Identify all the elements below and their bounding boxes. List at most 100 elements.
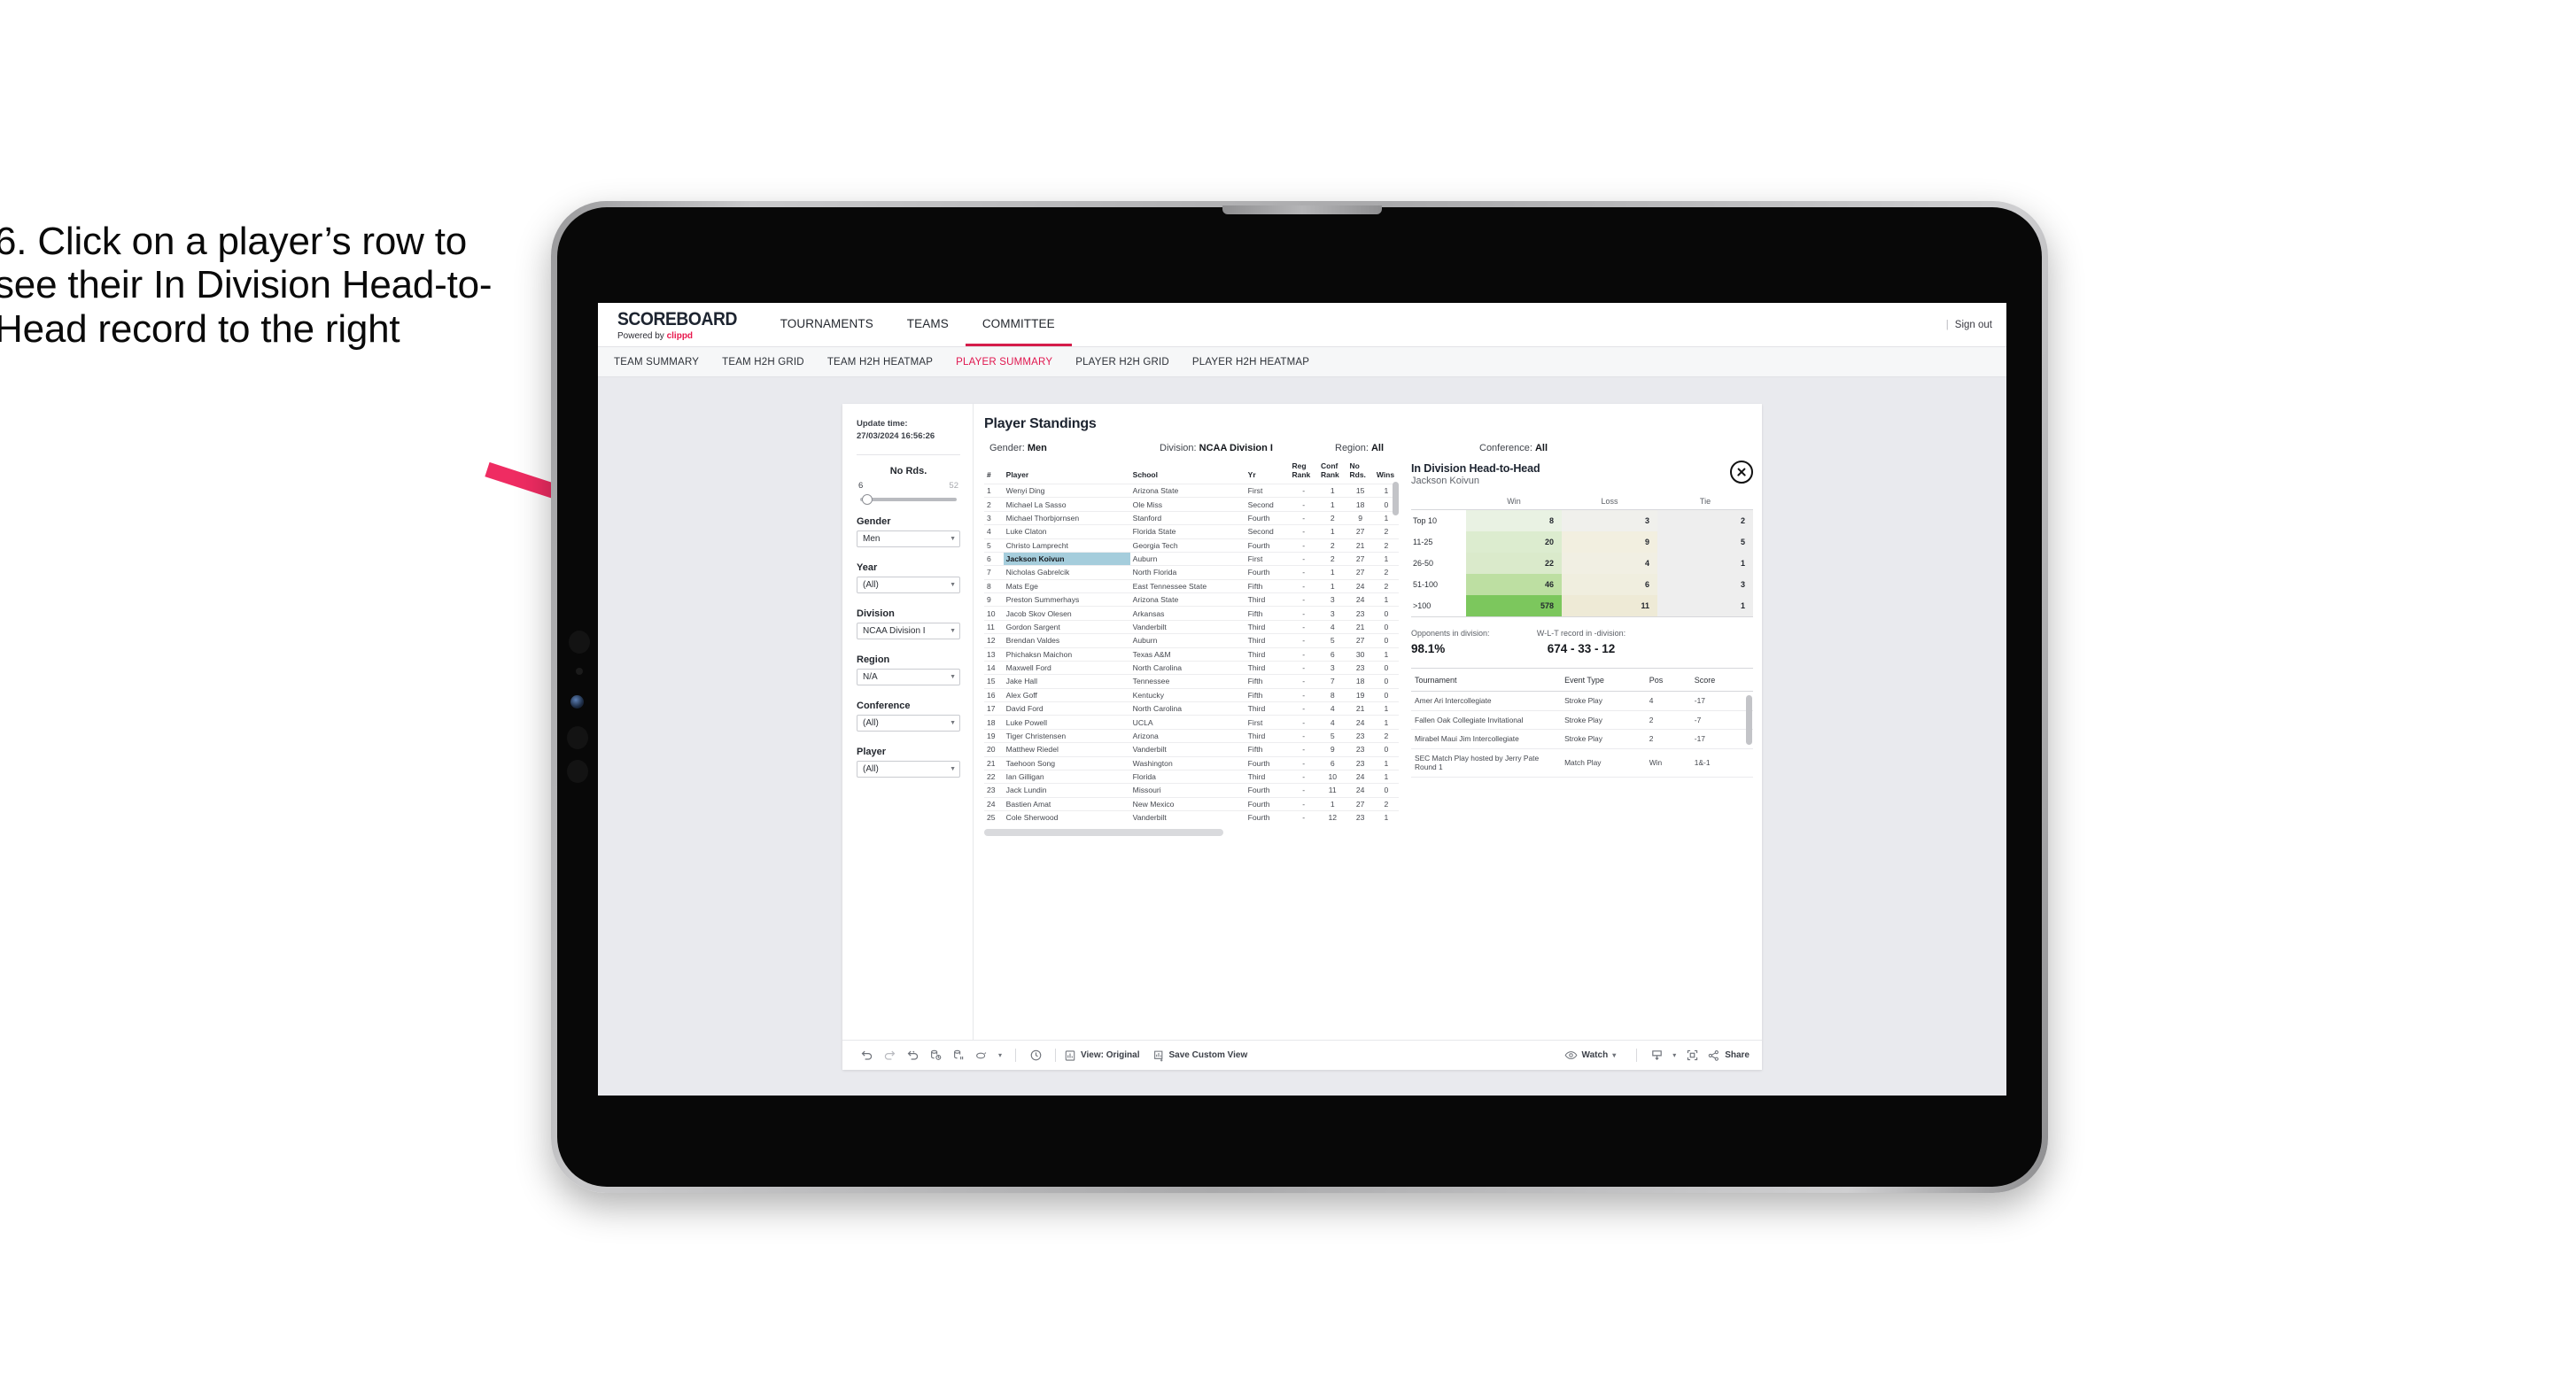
col-yr[interactable]: Yr <box>1245 462 1290 484</box>
watch-button[interactable]: Watch ▾ <box>1564 1049 1616 1061</box>
standings-horizontal-scrollbar[interactable] <box>984 829 1223 837</box>
cell-school: Arizona State <box>1129 592 1245 607</box>
h2h-tie-cell[interactable]: 5 <box>1657 531 1753 553</box>
h2h-loss-cell[interactable]: 9 <box>1562 531 1657 553</box>
h2h-row[interactable]: 51-100 46 6 3 <box>1411 574 1753 595</box>
cell-conf-rank: 4 <box>1317 715 1347 730</box>
h2h-tie-cell[interactable]: 1 <box>1657 553 1753 574</box>
cell-no-rds: 23 <box>1346 810 1374 825</box>
table-row[interactable]: 17 David Ford North Carolina Third -4 21 1 <box>984 701 1399 716</box>
table-row[interactable]: 14 Maxwell Ford North Carolina Third -3 23 0 <box>984 660 1399 675</box>
filter-division-select[interactable]: NCAA Division I ▼ <box>857 622 960 639</box>
table-row[interactable]: Fallen Oak Collegiate Invitational Stroke… <box>1411 710 1753 730</box>
tab-team-summary[interactable]: TEAM SUMMARY <box>614 357 699 368</box>
filter-gender-select[interactable]: Men ▼ <box>857 530 960 547</box>
table-row[interactable]: SEC Match Play hosted by Jerry Pate Roun… <box>1411 748 1753 778</box>
share-button[interactable]: Share <box>1707 1049 1750 1062</box>
table-row[interactable]: 7 Nicholas Gabrelcik North Florida Fourth -1… <box>984 565 1399 580</box>
table-row[interactable]: 11 Gordon Sargent Vanderbilt Third -4 21 0 <box>984 619 1399 634</box>
h2h-loss-cell[interactable]: 11 <box>1562 595 1657 616</box>
h2h-win-cell[interactable]: 46 <box>1466 574 1562 595</box>
table-row[interactable]: 5 Christo Lamprecht Georgia Tech Fourth -2 21… <box>984 538 1399 553</box>
h2h-tie-cell[interactable]: 1 <box>1657 595 1753 616</box>
h2h-win-cell[interactable]: 578 <box>1466 595 1562 616</box>
filter-region-select[interactable]: N/A ▼ <box>857 668 960 685</box>
table-row[interactable]: 23 Jack Lundin Missouri Fourth -11 24 0 <box>984 783 1399 798</box>
h2h-row[interactable]: 26-50 22 4 1 <box>1411 553 1753 574</box>
tab-team-h2h-heatmap[interactable]: TEAM H2H HEATMAP <box>827 357 933 368</box>
standings-vertical-scrollbar[interactable] <box>1393 482 1399 515</box>
view-original-button[interactable]: View: Original <box>1064 1049 1140 1062</box>
h2h-row[interactable]: Top 10 8 3 2 <box>1411 509 1753 531</box>
h2h-row[interactable]: 11-25 20 9 5 <box>1411 531 1753 553</box>
col-wins[interactable]: Wins <box>1374 462 1399 484</box>
h2h-tie-cell[interactable]: 3 <box>1657 574 1753 595</box>
table-row[interactable]: Mirabel Maui Jim Intercollegiate Stroke P… <box>1411 729 1753 749</box>
nav-item-committee[interactable]: COMMITTEE <box>965 303 1072 346</box>
tab-player-h2h-heatmap[interactable]: PLAYER H2H HEATMAP <box>1192 357 1309 368</box>
clear-filters-icon[interactable] <box>970 1046 993 1065</box>
table-row[interactable]: 18 Luke Powell UCLA First -4 24 1 <box>984 715 1399 730</box>
h2h-loss-cell[interactable]: 6 <box>1562 574 1657 595</box>
table-row[interactable]: 20 Matthew Riedel Vanderbilt Fifth -9 23 0 <box>984 742 1399 757</box>
col-reg-rank[interactable]: Reg Rank <box>1289 462 1318 484</box>
h2h-tie-cell[interactable]: 2 <box>1657 509 1753 531</box>
slider-handle[interactable] <box>862 493 873 505</box>
table-row[interactable]: 10 Jacob Skov Olesen Arkansas Fifth -3 23 0 <box>984 606 1399 621</box>
filter-year-select[interactable]: (All) ▼ <box>857 576 960 593</box>
table-row[interactable]: 6 Jackson Koivun Auburn First -2 27 1 <box>984 551 1399 566</box>
table-row[interactable]: 21 Taehoon Song Washington Fourth -6 23 1 <box>984 755 1399 770</box>
cell-yr: First <box>1245 551 1290 566</box>
h2h-win-cell[interactable]: 22 <box>1466 553 1562 574</box>
table-row[interactable]: 4 Luke Claton Florida State Second -1 27 2 <box>984 524 1399 539</box>
cell-rank: 20 <box>984 742 1004 757</box>
nav-item-teams[interactable]: TEAMS <box>890 303 966 346</box>
fullscreen-icon[interactable] <box>1680 1046 1703 1065</box>
table-row[interactable]: 24 Bastien Amat New Mexico Fourth -1 27 2 <box>984 796 1399 811</box>
h2h-row[interactable]: >100 578 11 1 <box>1411 595 1753 616</box>
tab-player-summary[interactable]: PLAYER SUMMARY <box>956 357 1052 368</box>
table-row[interactable]: 3 Michael Thorbjornsen Stanford Fourth -2 9 1 <box>984 510 1399 525</box>
table-row[interactable]: 16 Alex Goff Kentucky Fifth -8 19 0 <box>984 687 1399 702</box>
chevron-down-icon[interactable]: ▾ <box>993 1046 1007 1065</box>
undo-icon[interactable] <box>855 1046 878 1065</box>
close-icon[interactable] <box>1730 461 1753 484</box>
nav-item-tournaments[interactable]: TOURNAMENTS <box>764 303 890 346</box>
table-row[interactable]: 19 Tiger Christensen Arizona Third -5 23 2 <box>984 728 1399 743</box>
table-row[interactable]: 2 Michael La Sasso Ole Miss Second -1 18 0 <box>984 497 1399 512</box>
table-row[interactable]: 8 Mats Ege East Tennessee State Fifth -1 24 2 <box>984 578 1399 593</box>
no-rounds-slider[interactable]: No Rds. 6 52 <box>857 466 960 505</box>
redo-icon[interactable] <box>878 1046 901 1065</box>
h2h-win-cell[interactable]: 20 <box>1466 531 1562 553</box>
table-row[interactable]: 15 Jake Hall Tennessee Fifth -7 18 0 <box>984 674 1399 689</box>
sign-out-link[interactable]: Sign out <box>1955 320 1992 330</box>
table-row[interactable]: 13 Phichaksn Maichon Texas A&M Third -6 30 1 <box>984 647 1399 662</box>
refresh-data-icon[interactable] <box>924 1046 947 1065</box>
alerts-icon[interactable] <box>1024 1046 1047 1065</box>
table-row[interactable]: 12 Brendan Valdes Auburn Third -5 27 0 <box>984 633 1399 648</box>
tournaments-scrollbar[interactable] <box>1746 695 1752 745</box>
col-rank[interactable]: # <box>984 462 1004 484</box>
pause-updates-icon[interactable] <box>947 1046 970 1065</box>
h2h-win-cell[interactable]: 8 <box>1466 509 1562 531</box>
slider-track[interactable] <box>860 493 957 505</box>
download-icon[interactable] <box>1645 1046 1668 1065</box>
table-row[interactable]: 1 Wenyi Ding Arizona State First -1 15 1 <box>984 484 1399 498</box>
col-school[interactable]: School <box>1130 462 1245 484</box>
filter-conference-select[interactable]: (All) ▼ <box>857 714 960 732</box>
h2h-loss-cell[interactable]: 3 <box>1562 509 1657 531</box>
revert-icon[interactable] <box>901 1046 924 1065</box>
filter-player-select[interactable]: (All) ▼ <box>857 760 960 778</box>
col-no-rds[interactable]: No Rds. <box>1346 462 1373 484</box>
table-row[interactable]: Amer Ari Intercollegiate Stroke Play 4 -17 <box>1411 691 1753 711</box>
table-row[interactable]: 9 Preston Summerhays Arizona State Third -3 2… <box>984 592 1399 607</box>
table-row[interactable]: 25 Cole Sherwood Vanderbilt Fourth -12 23 1 <box>984 810 1399 825</box>
tab-team-h2h-grid[interactable]: TEAM H2H GRID <box>722 357 804 368</box>
h2h-loss-cell[interactable]: 4 <box>1562 553 1657 574</box>
tab-player-h2h-grid[interactable]: PLAYER H2H GRID <box>1075 357 1169 368</box>
col-conf-rank[interactable]: Conf Rank <box>1318 462 1347 484</box>
col-player[interactable]: Player <box>1004 462 1130 484</box>
table-row[interactable]: 22 Ian Gilligan Florida Third -10 24 1 <box>984 769 1399 784</box>
chevron-down-icon[interactable]: ▾ <box>1668 1046 1680 1065</box>
save-custom-view-button[interactable]: Save Custom View <box>1152 1049 1247 1062</box>
